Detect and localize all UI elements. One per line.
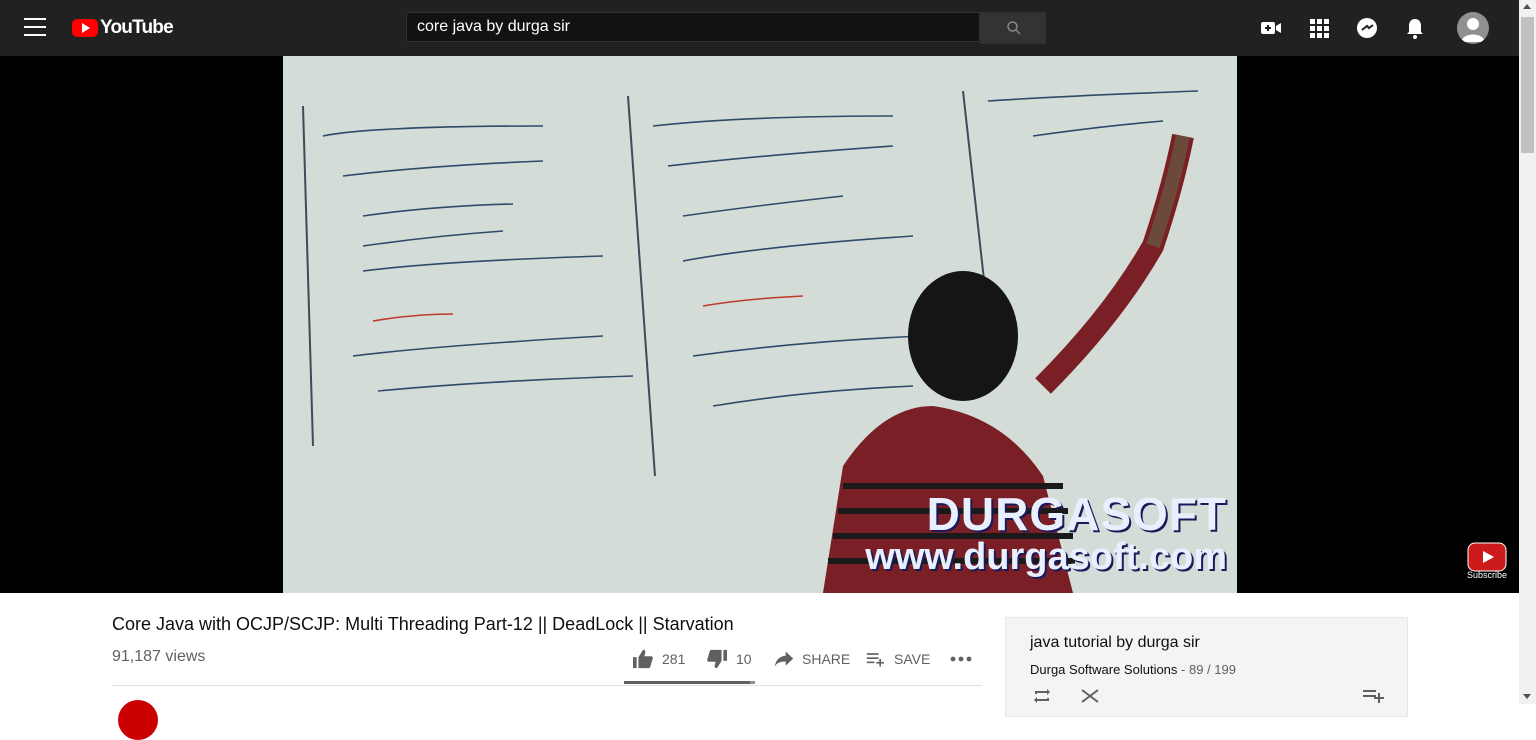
video-frame[interactable]: DURGASOFT www.durgasoft.com bbox=[283, 56, 1237, 593]
share-icon bbox=[774, 651, 794, 667]
masthead: YouTube bbox=[0, 0, 1519, 56]
messages-icon[interactable] bbox=[1355, 16, 1379, 40]
search-input[interactable] bbox=[406, 12, 980, 42]
menu-icon[interactable] bbox=[24, 18, 46, 38]
shuffle-icon[interactable] bbox=[1080, 688, 1100, 704]
video-title: Core Java with OCJP/SCJP: Multi Threadin… bbox=[112, 614, 734, 634]
share-button[interactable]: SHARE bbox=[774, 648, 850, 670]
like-button[interactable]: 281 bbox=[632, 648, 685, 670]
apps-grid-icon[interactable] bbox=[1307, 16, 1331, 40]
user-icon bbox=[1461, 18, 1485, 42]
notifications-icon[interactable] bbox=[1403, 16, 1427, 40]
save-label: SAVE bbox=[894, 651, 931, 667]
share-label: SHARE bbox=[802, 651, 851, 667]
more-actions-button[interactable] bbox=[950, 648, 980, 670]
watermark-title: DURGASOFT bbox=[926, 488, 1227, 540]
thumbs-down-icon bbox=[707, 649, 727, 669]
channel-avatar[interactable] bbox=[118, 700, 158, 740]
playlist-panel: java tutorial by durga sir Durga Softwar… bbox=[1005, 617, 1408, 717]
scroll-down-icon[interactable] bbox=[1523, 694, 1531, 699]
divider bbox=[112, 685, 982, 686]
search-button[interactable] bbox=[980, 12, 1046, 44]
like-count: 281 bbox=[662, 651, 686, 667]
video-player[interactable]: DURGASOFT www.durgasoft.com Subscribe bbox=[0, 56, 1519, 593]
playlist-channel[interactable]: Durga Software Solutions bbox=[1030, 662, 1177, 677]
playlist-position: - 89 / 199 bbox=[1177, 662, 1236, 677]
page-scrollbar[interactable] bbox=[1519, 0, 1536, 704]
playlist-add-icon bbox=[866, 653, 884, 667]
save-button[interactable]: SAVE bbox=[866, 648, 930, 670]
subscribe-label[interactable]: Subscribe bbox=[1462, 570, 1512, 580]
scroll-up-icon[interactable] bbox=[1523, 4, 1531, 9]
dislike-button[interactable]: 10 bbox=[706, 648, 752, 670]
thumbs-up-icon bbox=[633, 649, 653, 669]
loop-icon[interactable] bbox=[1032, 688, 1052, 704]
youtube-play-icon bbox=[72, 19, 98, 37]
more-horizontal-icon bbox=[950, 656, 972, 662]
logo-text: YouTube bbox=[100, 17, 174, 38]
create-video-icon[interactable] bbox=[1259, 16, 1283, 40]
view-count: 91,187 views bbox=[112, 648, 206, 665]
playlist-title[interactable]: java tutorial by durga sir bbox=[1030, 634, 1200, 652]
subscribe-icon[interactable] bbox=[1467, 542, 1507, 572]
scrollbar-thumb[interactable] bbox=[1521, 17, 1534, 153]
watermark-url: www.durgasoft.com bbox=[865, 536, 1227, 578]
youtube-logo[interactable]: YouTube bbox=[72, 17, 174, 39]
account-avatar[interactable] bbox=[1457, 12, 1489, 44]
playlist-meta: Durga Software Solutions - 89 / 199 bbox=[1030, 662, 1236, 677]
sentiment-fill bbox=[624, 681, 750, 684]
sentiment-bar bbox=[624, 681, 755, 684]
playlist-save-icon[interactable] bbox=[1362, 688, 1384, 704]
dislike-count: 10 bbox=[736, 651, 752, 667]
search-icon bbox=[1007, 21, 1021, 35]
